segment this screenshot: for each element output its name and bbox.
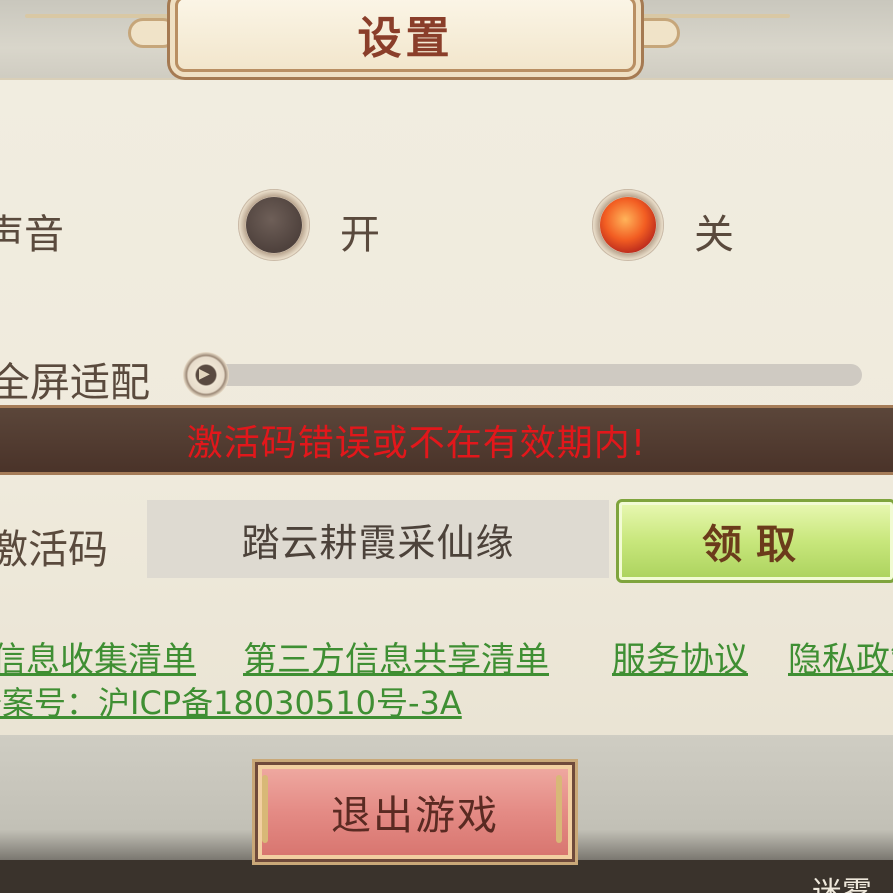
link-info-collection[interactable]: 信息收集清单 — [0, 632, 196, 681]
link-service-agreement[interactable]: 服务协议 — [612, 632, 748, 681]
link-privacy-policy[interactable]: 隐私政策 — [788, 632, 893, 681]
sound-on-radio[interactable] — [238, 189, 310, 261]
error-toast-text: 激活码错误或不在有效期内! — [186, 423, 647, 464]
link-third-party-sharing[interactable]: 第三方信息共享清单 — [243, 632, 549, 681]
claim-button[interactable]: 领取 — [616, 499, 893, 583]
page-title: 设置 — [357, 13, 454, 64]
exit-button-rod-right — [556, 775, 562, 843]
scroll-curl-left — [128, 18, 178, 48]
activation-code-value: 踏云耕霞采仙缘 — [241, 520, 515, 565]
sound-off-radio[interactable] — [592, 189, 664, 261]
sound-on-label: 开 — [340, 212, 380, 258]
chevron-right-knob-icon: ▶ — [199, 366, 210, 382]
exit-button-rod-left — [262, 775, 268, 843]
icp-record-link[interactable]: 备案号：沪ICP备18030510号-3A — [0, 678, 462, 724]
background-dark-strip — [0, 860, 893, 893]
fullscreen-label: 全屏适配 — [0, 360, 150, 406]
dark-orb-icon — [246, 197, 302, 253]
activation-code-input[interactable]: 踏云耕霞采仙缘 — [147, 500, 609, 578]
error-toast: 激活码错误或不在有效期内! — [0, 405, 893, 475]
sound-off-label: 关 — [694, 212, 734, 258]
scroll-curl-right — [630, 18, 680, 48]
corner-text: 迷雾 — [812, 868, 872, 893]
sound-label: 声音 — [0, 212, 64, 258]
orange-orb-icon — [600, 197, 656, 253]
fullscreen-slider-track[interactable] — [200, 364, 862, 386]
activation-label: 激活码 — [0, 527, 108, 573]
exit-game-button[interactable]: 退出游戏 — [255, 762, 575, 862]
